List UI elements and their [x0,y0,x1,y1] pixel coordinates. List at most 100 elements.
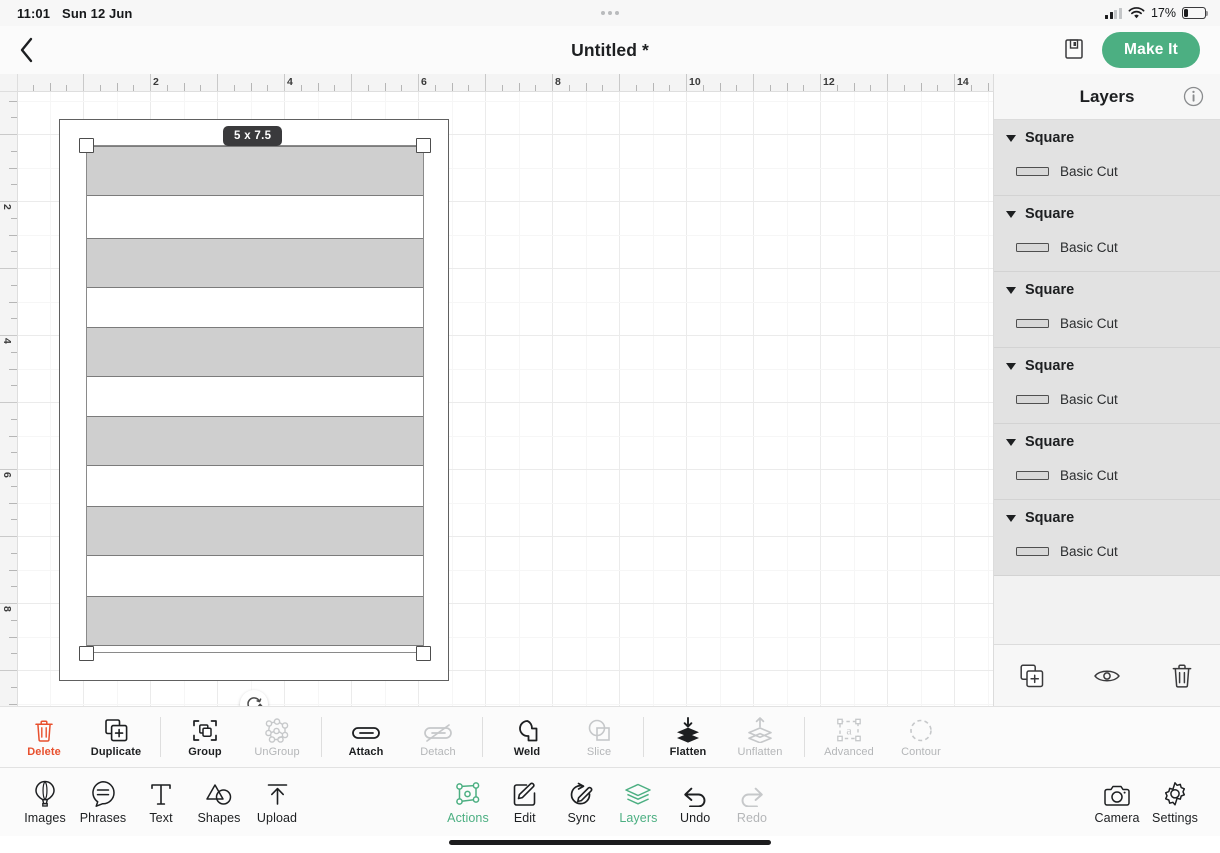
toolbar-delete-button[interactable]: Delete [8,717,80,758]
selection-handle-top-left[interactable] [79,138,94,153]
ruler-label: 4 [1,338,13,344]
toolbar-advanced-button[interactable]: a Advanced [813,717,885,758]
chevron-down-icon[interactable] [1006,210,1016,218]
nav-redo[interactable]: Redo [724,779,780,825]
layer-group[interactable]: Square Basic Cut [994,500,1220,576]
layers-panel-header: Layers [994,74,1220,120]
grid-line-vertical [49,92,51,706]
save-floppy-icon[interactable] [1064,38,1086,62]
layer-child-label: Basic Cut [1060,468,1118,483]
ruler-tick [32,85,34,91]
layer-child-label: Basic Cut [1060,316,1118,331]
chevron-down-icon[interactable] [1006,286,1016,294]
chevron-down-icon[interactable] [1006,134,1016,142]
layer-child-row[interactable]: Basic Cut [994,306,1220,347]
chevron-down-icon[interactable] [1006,438,1016,446]
ruler-tick [719,83,721,91]
slice-icon [586,717,612,743]
toolbar-slice-button[interactable]: Slice [563,717,635,758]
grid-line-vertical [552,92,553,706]
nav-shapes[interactable]: Shapes [190,779,248,825]
layer-group[interactable]: Square Basic Cut [994,272,1220,348]
nav-phrases-label: Phrases [79,811,127,825]
info-circle-icon[interactable] [1183,86,1204,107]
unflatten-icon [745,716,775,743]
ruler-tick [99,85,101,91]
trash-icon[interactable] [1162,658,1202,694]
grid-line-vertical [853,92,855,706]
layer-group[interactable]: Square Basic Cut [994,196,1220,272]
layer-child-row[interactable]: Basic Cut [994,382,1220,423]
nav-settings[interactable]: Settings [1146,779,1204,825]
selection-handle-bottom-left[interactable] [79,646,94,661]
chevron-down-icon[interactable] [1006,362,1016,370]
layer-group-header[interactable]: Square [994,120,1220,154]
nav-sync[interactable]: Sync [554,779,610,825]
ruler-tick [11,284,17,286]
layer-group-header[interactable]: Square [994,272,1220,306]
eye-icon[interactable] [1087,658,1127,694]
nav-actions[interactable]: Actions [440,779,496,825]
nav-camera[interactable]: Camera [1088,779,1146,825]
layer-child-row[interactable]: Basic Cut [994,154,1220,195]
layer-group[interactable]: Square Basic Cut [994,120,1220,196]
ruler-tick [0,335,17,336]
nav-edit-label: Edit [513,811,536,825]
toolbar-contour-button[interactable]: Contour [885,717,957,758]
layer-child-row[interactable]: Basic Cut [994,230,1220,271]
toolbar-unflatten-button[interactable]: Unflatten [724,716,796,758]
layers-list[interactable]: Square Basic Cut Square Basic Cut Square Basi… [994,120,1220,644]
nav-text[interactable]: Text [132,779,190,825]
toolbar-flatten-button[interactable]: Flatten [652,716,724,758]
multitask-handle[interactable] [590,11,630,15]
actions-toolbar: Delete Duplicate Group UnGroup Attach De… [0,706,1220,768]
duplicate-squares-icon[interactable] [1012,658,1052,694]
chevron-down-icon[interactable] [1006,514,1016,522]
ruler-tick [970,85,972,91]
toolbar-detach-button[interactable]: Detach [402,717,474,758]
layer-group-header[interactable]: Square [994,196,1220,230]
make-it-button[interactable]: Make It [1102,32,1200,68]
ruler-tick [987,83,989,91]
ruler-tick [9,167,17,169]
ruler-tick [485,74,486,91]
layer-child-row[interactable]: Basic Cut [994,458,1220,499]
layer-group[interactable]: Square Basic Cut [994,348,1220,424]
layer-group-label: Square [1025,358,1075,374]
selection-handle-bottom-right[interactable] [416,646,431,661]
layer-group-header[interactable]: Square [994,500,1220,534]
ruler-tick [11,184,17,186]
canvas-grid[interactable]: 5 x 7.5 [18,92,993,706]
nav-undo[interactable]: Undo [667,779,723,825]
nav-camera-label: Camera [1094,811,1140,825]
nav-phrases[interactable]: Phrases [74,779,132,825]
ruler-tick [769,85,771,91]
ruler-tick [434,85,436,91]
toolbar-weld-button[interactable]: Weld [491,717,563,758]
ruler-tick [9,502,17,504]
toolbar-duplicate-button[interactable]: Duplicate [80,717,152,758]
home-indicator[interactable] [449,840,771,845]
grid-line-vertical [786,92,788,706]
cut-line-thumbnail [1016,319,1049,328]
edit-pencil-icon [512,779,538,807]
ruler-tick [686,74,687,91]
toolbar-ungroup-button[interactable]: UnGroup [241,717,313,758]
toolbar-attach-button[interactable]: Attach [330,717,402,758]
layer-child-row[interactable]: Basic Cut [994,534,1220,575]
nav-edit[interactable]: Edit [497,779,553,825]
nav-upload[interactable]: Upload [248,779,306,825]
toolbar-group-grouping: Group UnGroup [169,717,313,758]
selection-handle-top-right[interactable] [416,138,431,153]
ruler-label: 6 [421,76,427,88]
toolbar-group-button[interactable]: Group [169,717,241,758]
nav-layers[interactable]: Layers [610,779,666,825]
layer-group-header[interactable]: Square [994,424,1220,458]
canvas-area[interactable]: 5 x 7.5 2 4 6 8 10 12 14 2 4 6 8 [0,74,993,706]
layer-group-label: Square [1025,130,1075,146]
layer-group-header[interactable]: Square [994,348,1220,382]
layer-group[interactable]: Square Basic Cut [994,424,1220,500]
nav-images[interactable]: Images [16,779,74,825]
toolbar-attach-label: Attach [348,745,384,758]
ruler-label: 4 [287,76,293,88]
